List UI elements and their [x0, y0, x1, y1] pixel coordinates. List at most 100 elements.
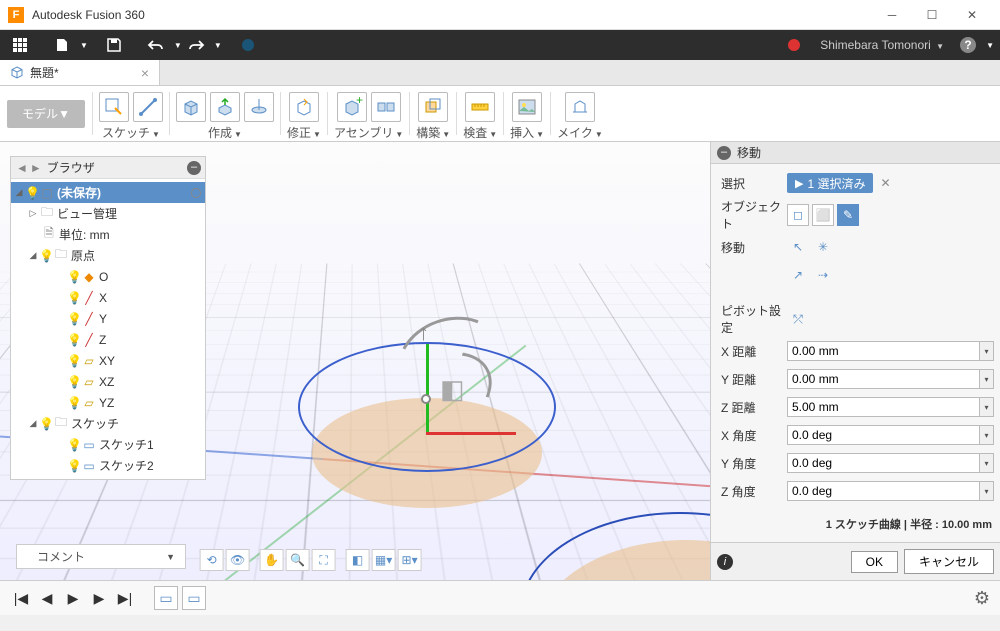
input-ydist[interactable] — [787, 369, 980, 389]
timeline-end-icon[interactable]: ▶| — [114, 587, 136, 609]
grid-menu-icon[interactable] — [6, 31, 34, 59]
spin-xdist[interactable]: ▾ — [980, 341, 994, 361]
tree-view-mgmt[interactable]: ▷🗀ビュー管理 — [11, 203, 205, 224]
spin-zdist[interactable]: ▾ — [980, 397, 994, 417]
construct-group-label[interactable]: 構築▼ — [416, 124, 450, 141]
set-pivot-icon[interactable]: ⤱ — [787, 308, 809, 330]
insert-group-label[interactable]: 挿入▼ — [510, 124, 544, 141]
comment-bar[interactable]: コメント▼ — [16, 544, 186, 569]
tree-sketch-folder[interactable]: ◢💡🗀スケッチ — [11, 413, 205, 434]
zoom-icon[interactable]: 🔍 — [286, 549, 310, 571]
viewport-layout-icon[interactable]: ⊞▾ — [398, 549, 422, 571]
insert-image-icon[interactable] — [512, 92, 542, 122]
extrude-tool-icon[interactable] — [210, 92, 240, 122]
timeline-feature-2[interactable]: ▭ — [182, 586, 206, 610]
tree-plane-yz[interactable]: 💡▱YZ — [11, 392, 205, 413]
input-xang[interactable] — [787, 425, 980, 445]
spin-yang[interactable]: ▾ — [980, 453, 994, 473]
move-pt-icon[interactable]: ↗ — [787, 264, 809, 286]
help-dropdown-icon[interactable]: ▼ — [986, 41, 994, 50]
browser-prev-icon[interactable]: ◄ — [15, 161, 29, 175]
inspect-group-label[interactable]: 検査▼ — [463, 124, 497, 141]
object-mode-face-icon[interactable]: ◻ — [787, 204, 809, 226]
browser-next-icon[interactable]: ► — [29, 161, 43, 175]
tree-sketch-1[interactable]: 💡▭スケッチ1 — [11, 434, 205, 455]
make-group-label[interactable]: メイク▼ — [557, 124, 603, 141]
new-component-icon[interactable]: + — [337, 92, 367, 122]
timeline-play-icon[interactable]: ▶ — [62, 587, 84, 609]
timeline-next-icon[interactable]: ▶ — [88, 587, 110, 609]
grid-settings-icon[interactable]: ▦▾ — [372, 549, 396, 571]
fit-icon[interactable]: ⛶ — [312, 549, 336, 571]
info-icon[interactable]: i — [717, 554, 733, 570]
active-component-icon[interactable] — [191, 188, 201, 198]
box-tool-icon[interactable] — [176, 92, 206, 122]
lookAt-icon[interactable]: 👁 — [226, 549, 250, 571]
tree-origin[interactable]: ◢💡🗀原点 — [11, 245, 205, 266]
selection-chip[interactable]: ▶1 選択済み — [787, 173, 873, 193]
sketch-circle-1[interactable] — [298, 342, 556, 472]
tree-plane-xz[interactable]: 💡▱XZ — [11, 371, 205, 392]
revolve-tool-icon[interactable] — [244, 92, 274, 122]
user-menu[interactable]: Shimebara Tomonori ▼ — [810, 38, 954, 52]
tree-sketch-2[interactable]: 💡▭スケッチ2 — [11, 455, 205, 476]
move-copy-icon[interactable]: ⇢ — [812, 264, 834, 286]
close-button[interactable]: ✕ — [952, 0, 992, 30]
save-icon[interactable] — [100, 31, 128, 59]
assembly-group-label[interactable]: アセンブリ▼ — [334, 124, 403, 141]
tree-root[interactable]: ◢💡▢(未保存) — [11, 182, 205, 203]
tree-units[interactable]: 🗎単位: mm — [11, 224, 205, 245]
maximize-button[interactable]: ☐ — [912, 0, 952, 30]
spin-ydist[interactable]: ▾ — [980, 369, 994, 389]
browser-collapse-icon[interactable]: – — [187, 161, 201, 175]
undo-icon[interactable] — [142, 31, 170, 59]
tree-origin-x[interactable]: 💡╱X — [11, 287, 205, 308]
sketch-group-label[interactable]: スケッチ▼ — [102, 124, 160, 141]
tab-close-icon[interactable]: × — [141, 65, 149, 81]
redo-dropdown-icon[interactable]: ▼ — [214, 41, 222, 50]
create-sketch-icon[interactable] — [99, 92, 129, 122]
timeline-prev-icon[interactable]: ◀ — [36, 587, 58, 609]
tree-origin-z[interactable]: 💡╱Z — [11, 329, 205, 350]
file-menu-icon[interactable] — [48, 31, 76, 59]
timeline-feature-1[interactable]: ▭ — [154, 586, 178, 610]
input-yang[interactable] — [787, 453, 980, 473]
pressdrag-tool-icon[interactable] — [289, 92, 319, 122]
spin-xang[interactable]: ▾ — [980, 425, 994, 445]
input-zdist[interactable] — [787, 397, 980, 417]
help-icon[interactable]: ? — [954, 31, 982, 59]
file-dropdown-icon[interactable]: ▼ — [80, 41, 88, 50]
viewport[interactable]: ↑ ◧ ◄► ブラウザ – ◢💡▢(未保存) ▷🗀ビュー管理 🗎単位: mm ◢… — [0, 142, 710, 580]
move-triad-icon[interactable]: ✳ — [812, 236, 834, 258]
addin-icon[interactable] — [234, 31, 262, 59]
timeline-settings-icon[interactable]: ⚙ — [974, 588, 990, 609]
make-3dprint-icon[interactable] — [565, 92, 595, 122]
input-zang[interactable] — [787, 481, 980, 501]
object-mode-body-icon[interactable]: ⬜ — [812, 204, 834, 226]
spin-zang[interactable]: ▾ — [980, 481, 994, 501]
undo-dropdown-icon[interactable]: ▼ — [174, 41, 182, 50]
document-tab[interactable]: 無題* × — [0, 60, 160, 85]
line-tool-icon[interactable] — [133, 92, 163, 122]
minimize-button[interactable]: ─ — [872, 0, 912, 30]
orbit-icon[interactable]: ⟲ — [200, 549, 224, 571]
measure-tool-icon[interactable] — [465, 92, 495, 122]
panel-collapse-icon[interactable]: – — [717, 146, 731, 160]
workspace-switcher[interactable]: モデル ▼ — [0, 86, 92, 141]
tree-origin-y[interactable]: 💡╱Y — [11, 308, 205, 329]
pan-icon[interactable]: ✋ — [260, 549, 284, 571]
input-xdist[interactable] — [787, 341, 980, 361]
modify-group-label[interactable]: 修正▼ — [287, 124, 321, 141]
object-mode-sketch-icon[interactable]: ✎ — [837, 204, 859, 226]
cancel-button[interactable]: キャンセル — [904, 549, 994, 574]
ok-button[interactable]: OK — [851, 551, 898, 573]
record-icon[interactable] — [780, 31, 808, 59]
tree-origin-o[interactable]: 💡◆O — [11, 266, 205, 287]
clear-selection-icon[interactable]: ✕ — [880, 176, 890, 190]
redo-icon[interactable] — [182, 31, 210, 59]
create-group-label[interactable]: 作成▼ — [208, 124, 242, 141]
tree-plane-xy[interactable]: 💡▱XY — [11, 350, 205, 371]
construct-plane-icon[interactable] — [418, 92, 448, 122]
display-style-icon[interactable]: ◧ — [346, 549, 370, 571]
timeline-start-icon[interactable]: |◀ — [10, 587, 32, 609]
